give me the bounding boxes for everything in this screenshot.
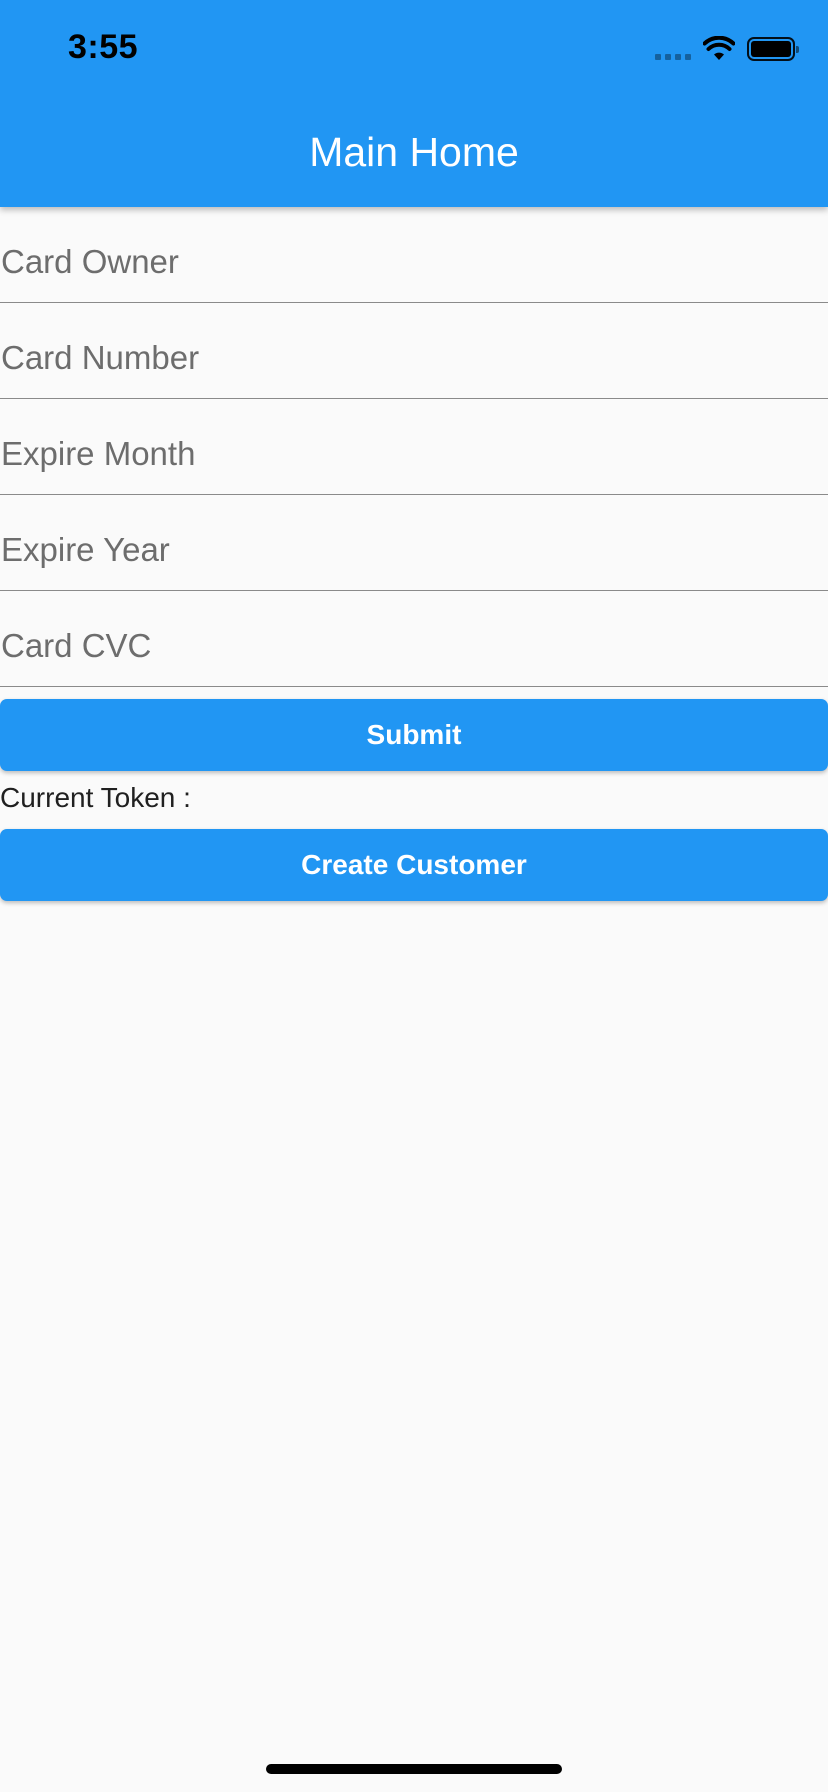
expire-month-placeholder: Expire Month <box>1 435 196 472</box>
cellular-signal-icon <box>655 38 691 60</box>
status-icons <box>655 34 799 64</box>
current-token-label: Current Token : <box>0 782 191 813</box>
status-time: 3:55 <box>68 28 139 66</box>
card-number-field[interactable]: Card Number <box>0 303 828 399</box>
page-title: Main Home <box>309 129 519 175</box>
card-cvc-placeholder: Card CVC <box>1 627 152 664</box>
card-owner-placeholder: Card Owner <box>1 243 179 280</box>
wifi-icon <box>703 36 735 60</box>
expire-year-placeholder: Expire Year <box>1 531 170 568</box>
expire-year-field[interactable]: Expire Year <box>0 495 828 591</box>
battery-icon <box>747 37 799 61</box>
expire-month-field[interactable]: Expire Month <box>0 399 828 495</box>
submit-button[interactable]: Submit <box>0 699 828 771</box>
home-indicator[interactable] <box>266 1764 562 1774</box>
card-cvc-field[interactable]: Card CVC <box>0 591 828 687</box>
app-bar: 3:55 Main Home <box>0 0 828 207</box>
card-number-placeholder: Card Number <box>1 339 200 376</box>
card-owner-field[interactable]: Card Owner <box>0 207 828 303</box>
create-customer-button[interactable]: Create Customer <box>0 829 828 901</box>
